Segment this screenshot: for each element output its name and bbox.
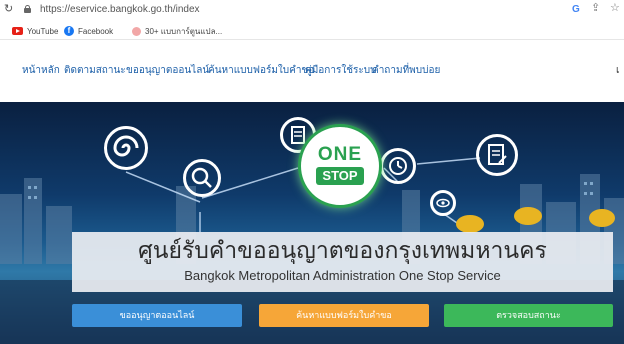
bookmark-label: Facebook (78, 26, 114, 36)
form-edit-icon (476, 134, 518, 176)
spiral-icon (104, 126, 148, 170)
google-icon[interactable]: G (572, 3, 580, 16)
nav-online-permit[interactable]: ขออนุญาตออนไลน์ (126, 64, 209, 78)
hero-title-band: ศูนย์รับคำขออนุญาตของกรุงเทพมหานคร Bangk… (72, 232, 613, 292)
lock-icon (24, 5, 31, 13)
star-icon[interactable]: ☆ (610, 2, 620, 15)
site-nav: หน้าหลัก ติดตามสถานะ ขออนุญาตออนไลน์ ค้น… (0, 40, 624, 102)
bookmark-site[interactable]: 30+ แบบการ์ตูนแปล... (132, 25, 222, 37)
nav-faq[interactable]: คำถามที่พบบ่อย (372, 64, 440, 78)
browser-chrome: ↻ https://eservice.bangkok.go.th/index G… (0, 0, 624, 40)
check-status-button[interactable]: ตรวจสอบสถานะ (444, 304, 613, 327)
bookmark-label: 30+ แบบการ์ตูนแปล... (145, 26, 223, 36)
url-text[interactable]: https://eservice.bangkok.go.th/index (40, 3, 200, 16)
search-forms-button[interactable]: ค้นหาแบบฟอร์มใบคำขอ (259, 304, 429, 327)
hero-banner: ONE STOP ศูนย์รับคำขออนุญาตของกรุงเทพมหา… (0, 102, 624, 344)
nav-search-forms[interactable]: ค้นหาแบบฟอร์มใบคำขอ (208, 64, 314, 78)
one-stop-logo: ONE STOP (298, 124, 382, 208)
address-bar[interactable]: ↻ https://eservice.bangkok.go.th/index G… (0, 0, 624, 20)
bookmark-label: YouTube (27, 26, 59, 36)
online-permit-button[interactable]: ขออนุญาตออนไลน์ (72, 304, 242, 327)
site-icon (132, 26, 141, 36)
youtube-icon (12, 27, 23, 35)
facebook-icon: f (64, 26, 74, 36)
logo-text-one: ONE (317, 144, 363, 165)
share-icon[interactable]: ⇪ (591, 2, 600, 15)
hero-title-thai: ศูนย์รับคำขออนุญาตของกรุงเทพมหานคร (138, 237, 547, 263)
hero-title-english: Bangkok Metropolitan Administration One … (184, 268, 501, 283)
search-icon (183, 159, 221, 197)
nav-track-status[interactable]: ติดตามสถานะ (64, 64, 126, 78)
logo-text-stop: STOP (316, 167, 364, 185)
bookmarks-bar: YouTube f Facebook 30+ แบบการ์ตูนแปล... (0, 22, 624, 39)
nav-home[interactable]: หน้าหลัก (22, 64, 60, 78)
clock-icon (380, 148, 416, 184)
nav-user-manual[interactable]: คู่มือการใช้ระบบ (305, 64, 376, 78)
reload-icon[interactable]: ↻ (4, 2, 16, 16)
nav-more[interactable]: เ (616, 64, 619, 78)
bookmark-youtube[interactable]: YouTube (12, 25, 58, 37)
bookmark-facebook[interactable]: f Facebook (64, 25, 113, 37)
eye-icon (430, 190, 456, 216)
